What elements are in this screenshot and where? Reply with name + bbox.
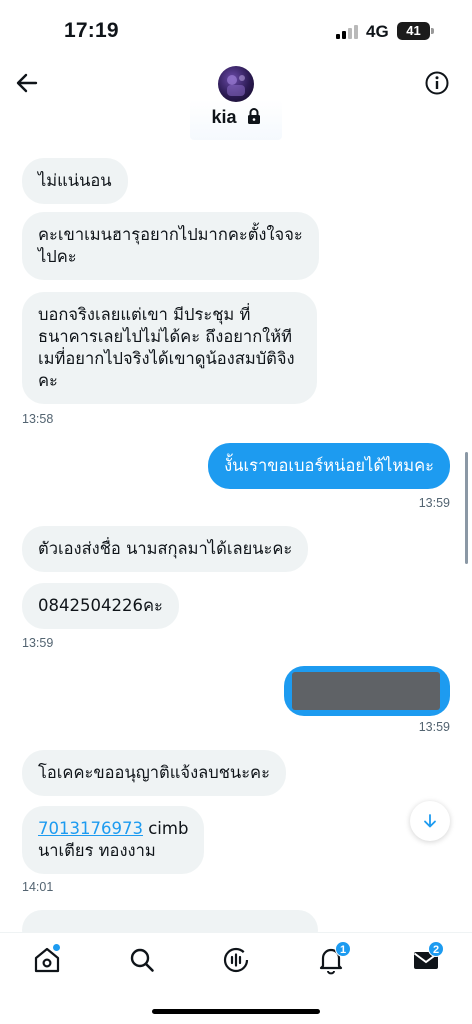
scrollbar[interactable]	[465, 452, 468, 564]
status-bar: 17:19 4G 41	[0, 0, 472, 60]
info-icon	[425, 71, 449, 95]
status-time: 17:19	[64, 19, 119, 42]
redaction-block	[292, 672, 440, 710]
message-bubble[interactable]: บอกจริงเลยแต่เขา มีประชุม ที่ธนาคารเลยไป…	[22, 292, 317, 404]
nav-messages[interactable]: 2	[411, 941, 444, 975]
redacted-message-bubble[interactable]	[284, 666, 450, 716]
contact-name-text: kia	[211, 107, 237, 127]
message-timestamp: 13:59	[22, 636, 54, 650]
contact-name[interactable]: kia	[0, 107, 472, 128]
messages-badge: 2	[428, 941, 444, 957]
network-type: 4G	[366, 22, 389, 41]
nav-notifications[interactable]: 1	[316, 941, 351, 975]
account-number-link[interactable]: 7013176973	[38, 819, 143, 838]
nav-spaces[interactable]	[221, 945, 251, 975]
battery-tip	[431, 28, 434, 34]
nav-search[interactable]	[127, 945, 157, 975]
home-indicator	[152, 1009, 320, 1014]
message-bubble[interactable]: คะเขาเมนฮารุอยากไปมากคะตั้งใจจะไปคะ	[22, 212, 319, 280]
nav-home[interactable]	[32, 944, 62, 975]
message-timestamp: 13:59	[418, 720, 450, 734]
back-button[interactable]	[14, 70, 40, 96]
arrow-down-icon	[424, 814, 436, 828]
conversation-header: kia	[0, 60, 472, 140]
notifications-badge: 1	[335, 941, 351, 957]
avatar[interactable]	[218, 66, 254, 102]
bank-name: cimb	[148, 819, 189, 838]
message-bubble[interactable]: โอเคคะขออนุญาติแจ้งลบชนะคะ	[22, 750, 286, 796]
message-timestamp: 13:59	[418, 496, 450, 510]
battery-icon: 41	[397, 22, 430, 40]
avatar-image	[227, 75, 245, 96]
message-bubble[interactable]: 0842504226คะ	[22, 583, 179, 629]
message-timestamp: 13:58	[22, 412, 54, 426]
message-bubble[interactable]: 7013176973 cimb นาเตียร ทองงาม	[22, 806, 205, 874]
message-bubble[interactable]: ตัวเองส่งชื่อ นามสกุลมาได้เลยนะคะ	[22, 526, 309, 572]
message-bubble[interactable]: ไม่แน่นอน	[22, 158, 128, 204]
lock-icon	[247, 108, 260, 124]
account-holder-name: นาเตียร ทองงาม	[38, 841, 156, 860]
arrow-left-icon	[16, 73, 38, 93]
info-button[interactable]	[424, 70, 450, 96]
cellular-signal-icon	[336, 25, 360, 39]
scroll-to-bottom-button[interactable]	[410, 801, 450, 841]
message-timestamp: 14:01	[22, 880, 54, 894]
home-unread-dot	[53, 944, 60, 951]
search-icon	[130, 948, 154, 972]
spaces-icon	[223, 947, 249, 973]
message-bubble-sent[interactable]: งั้นเราขอเบอร์หน่อยได้ไหมคะ	[208, 443, 450, 489]
